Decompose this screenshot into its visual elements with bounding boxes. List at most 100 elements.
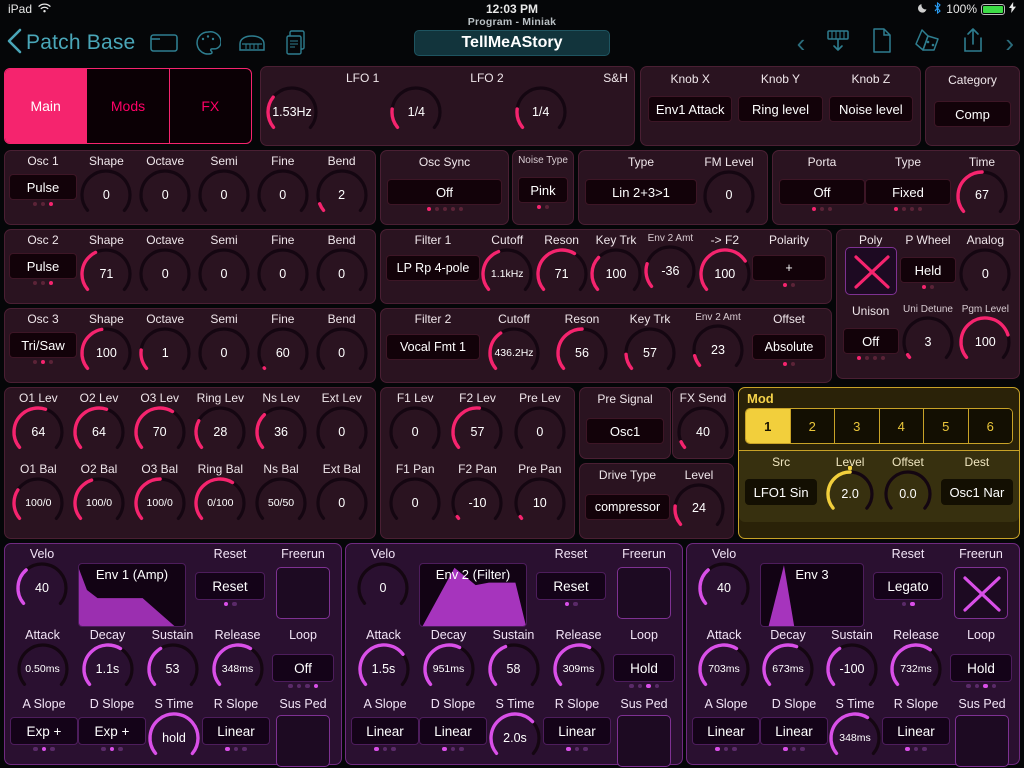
osc3-bend[interactable]: Bend 0 [312,312,371,382]
folder-icon[interactable] [149,28,179,58]
osc3-fine[interactable]: Fine 60 [253,312,312,382]
mod-slot-6[interactable]: 6 [967,409,1012,443]
filter1-polarity[interactable]: Polarity + [752,233,827,303]
perf-knob-1-value[interactable]: Env1 Attack [648,96,733,122]
tab-main[interactable]: Main [5,69,87,143]
filtermix-pre-lev[interactable]: Pre Lev 0 [509,391,571,459]
lfo-1-knob[interactable]: 1.53Hz [265,85,319,139]
env2-reset[interactable]: Reset Reset [531,547,611,608]
env3-freerun-toggle[interactable] [954,567,1008,619]
filter2-env-2-amt[interactable]: Env 2 Amt 23 [684,312,752,382]
env1-rslope[interactable]: R Slope Linear [202,697,270,753]
env3-aslope[interactable]: A Slope Linear [692,697,760,753]
porta-mode[interactable]: Porta Off [779,155,865,220]
env1-attack[interactable]: Attack 0.50ms [10,628,75,696]
filter1-type-value[interactable]: LP Rp 4-pole [386,255,480,281]
env2-aslope-value[interactable]: Linear [351,717,419,745]
env3-freerun[interactable]: Freerun [948,547,1014,619]
porta-type-value[interactable]: Fixed [865,179,951,205]
mixer-o3-bal[interactable]: O3 Bal 100/0 [129,462,190,530]
filtermix-f1-lev[interactable]: F1 Lev 0 [384,391,446,459]
perf-knob-2[interactable]: Knob Y Ring level [735,72,825,122]
mixer-ext-bal[interactable]: Ext Bal 0 [311,462,372,530]
mixer-ns-bal[interactable]: Ns Bal 50/50 [251,462,312,530]
env3-rslope[interactable]: R Slope Linear [882,697,950,753]
mixer-ring-lev[interactable]: Ring Lev 28 [190,391,251,459]
filter1--f2[interactable]: -> F2 100 [698,233,752,303]
env3-reset-value[interactable]: Legato [873,572,943,600]
filtermix-f2-pan[interactable]: F2 Pan -10 [446,462,508,530]
lfo-slot-3[interactable]: S&H 1/4 [510,67,634,145]
unison-value[interactable]: Off [842,328,899,354]
drive-type-value[interactable]: compressor [585,494,670,520]
env1-susped[interactable]: Sus Ped [270,697,336,767]
osc1-wave[interactable]: Osc 1 Pulse [9,154,77,224]
osc2-wave[interactable]: Osc 2 Pulse [9,233,77,303]
env2-loop-value[interactable]: Hold [613,654,675,682]
fm-type[interactable]: Type Lin 2+3>1 [585,155,697,220]
mod-slot-3[interactable]: 3 [834,409,879,443]
mod-slot-1[interactable]: 1 [746,409,790,443]
dice-icon[interactable] [913,28,941,59]
env1-freerun-toggle[interactable] [276,567,330,619]
prev-patch-button[interactable]: ‹ [797,30,806,56]
drive-level[interactable]: Level 24 [670,468,728,535]
share-upload-icon[interactable] [961,27,985,59]
env2-aslope[interactable]: A Slope Linear [351,697,419,753]
osc2-semi[interactable]: Semi 0 [195,233,254,303]
env1-dslope-value[interactable]: Exp + [78,717,146,745]
perf-knob-1[interactable]: Knob X Env1 Attack [645,72,735,122]
mixer-ext-lev[interactable]: Ext Lev 0 [311,391,372,459]
fx-send[interactable]: FX Send 40 [673,388,733,459]
porta-value[interactable]: Off [779,179,865,205]
env3-velo[interactable]: Velo 40 [692,547,756,615]
env1-susped-toggle[interactable] [276,715,330,767]
filter2-type-value[interactable]: Vocal Fmt 1 [386,334,480,360]
env3-susped[interactable]: Sus Ped [950,697,1014,767]
env1-reset[interactable]: Reset Reset [190,547,270,608]
env3-stime[interactable]: S Time 348ms [828,697,882,765]
osc1-semi[interactable]: Semi 0 [195,154,254,224]
mixer-ring-bal[interactable]: Ring Bal 0/100 [190,462,251,530]
filtermix-f1-pan[interactable]: F1 Pan 0 [384,462,446,530]
fm-level[interactable]: FM Level 0 [697,155,761,222]
osc3-shape[interactable]: Shape 100 [77,312,136,382]
tab-fx[interactable]: FX [168,69,251,143]
env3-susped-toggle[interactable] [955,715,1009,767]
env2-loop[interactable]: Loop Hold [611,628,677,690]
env3-sustain[interactable]: Sustain -100 [820,628,884,696]
pwheel-value[interactable]: Held [899,257,956,283]
env1-dslope[interactable]: D Slope Exp + [78,697,146,753]
mod-slot-4[interactable]: 4 [878,409,923,443]
osc-sync-value[interactable]: Off [387,179,502,205]
mod-src-value[interactable]: LFO1 Sin [745,479,818,505]
filtermix-f2-lev[interactable]: F2 Lev 57 [446,391,508,459]
download-keyboard-icon[interactable] [825,28,851,59]
env3-reset[interactable]: Reset Legato [868,547,948,608]
env3-dslope[interactable]: D Slope Linear [760,697,828,753]
env2-velo[interactable]: Velo 0 [351,547,415,615]
env2-susped[interactable]: Sus Ped [611,697,677,767]
env3-attack[interactable]: Attack 703ms [692,628,756,696]
filtermix-pre-pan[interactable]: Pre Pan 10 [509,462,571,530]
knob-palette-icon[interactable] [193,28,223,58]
mod-slot-2[interactable]: 2 [789,409,834,443]
mixer-ns-lev[interactable]: Ns Lev 36 [251,391,312,459]
env3-decay[interactable]: Decay 673ms [756,628,820,696]
osc3-wave-value[interactable]: Tri/Saw [9,332,77,358]
env3-aslope-value[interactable]: Linear [692,717,760,745]
env2-freerun-toggle[interactable] [617,567,671,619]
env2-sustain[interactable]: Sustain 58 [481,628,546,696]
env2-dslope[interactable]: D Slope Linear [419,697,487,753]
osc3-octave[interactable]: Octave 1 [136,312,195,382]
osc1-wave-value[interactable]: Pulse [9,174,77,200]
program-name-field[interactable]: TellMeAStory [414,30,610,56]
filter2-offset[interactable]: Offset Absolute [752,312,826,382]
file-icon[interactable] [871,27,893,59]
osc3-semi[interactable]: Semi 0 [195,312,254,382]
osc1-bend[interactable]: Bend 2 [312,154,371,224]
env1-loop[interactable]: Loop Off [270,628,336,690]
env2-freerun[interactable]: Freerun [611,547,677,619]
lfo-slot-1[interactable]: LFO 1 1.53Hz [261,67,385,145]
env1-stime[interactable]: S Time hold [146,697,202,765]
